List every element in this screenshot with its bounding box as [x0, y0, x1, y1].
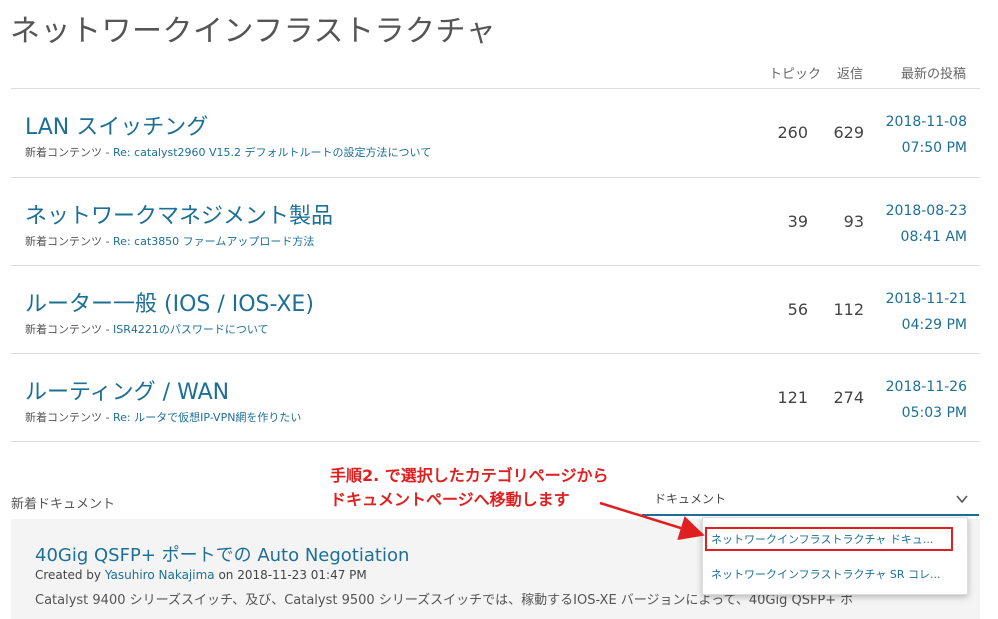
latest-post-time: 07:50 PM — [901, 140, 967, 156]
topic-count: 121 — [777, 388, 808, 407]
latest-post-link[interactable]: 2018-11-08 07:50 PM — [879, 109, 967, 161]
column-header-topics: トピック — [769, 67, 822, 82]
document-type-dropdown[interactable]: ドキュメント — [642, 484, 979, 516]
category-row: LAN スイッチング 新着コンテンツ - Re: catalyst2960 V1… — [11, 89, 980, 177]
new-docs-heading: 新着ドキュメント — [11, 497, 116, 512]
annotation-line-1: 手順2. で選択したカテゴリページから — [330, 466, 609, 485]
category-latest-content: 新着コンテンツ - Re: ルータで仮想IP-VPN網を作りたい — [25, 409, 301, 425]
dropdown-selected-value: ドキュメント — [654, 492, 727, 506]
column-header-latest: 最新の投稿 — [901, 67, 967, 82]
topic-count: 56 — [787, 300, 808, 319]
latest-content-link[interactable]: Re: ルータで仮想IP-VPN網を作りたい — [113, 411, 301, 424]
latest-content-link[interactable]: Re: catalyst2960 V15.2 デフォルトルートの設定方法について — [113, 146, 431, 159]
document-meta: Created by Yasuhiro Nakajima on 2018-11-… — [35, 568, 367, 582]
latest-post-time: 04:29 PM — [901, 317, 967, 333]
latest-post-time: 05:03 PM — [901, 405, 967, 421]
latest-post-link[interactable]: 2018-08-23 08:41 AM — [879, 198, 967, 250]
category-latest-content: 新着コンテンツ - Re: catalyst2960 V15.2 デフォルトルー… — [25, 144, 431, 160]
annotation-line-2: ドキュメントページへ移動します — [330, 490, 570, 509]
category-title-link[interactable]: ネットワークマネジメント製品 — [25, 198, 333, 230]
latest-content-prefix: 新着コンテンツ - — [25, 146, 113, 159]
latest-content-link[interactable]: Re: cat3850 ファームアップロード方法 — [113, 235, 314, 248]
reply-count: 112 — [833, 300, 864, 319]
topic-count: 260 — [777, 123, 808, 142]
latest-content-prefix: 新着コンテンツ - — [25, 323, 113, 336]
reply-count: 629 — [833, 123, 864, 142]
page-title: ネットワークインフラストラクチャ — [10, 14, 497, 49]
latest-content-link[interactable]: ISR4221のパスワードについて — [113, 323, 269, 336]
latest-content-prefix: 新着コンテンツ - — [25, 411, 113, 424]
latest-post-date: 2018-08-23 — [885, 203, 967, 219]
created-date: on 2018-11-23 01:47 PM — [214, 568, 367, 582]
latest-post-time: 08:41 AM — [900, 229, 967, 245]
latest-post-date: 2018-11-21 — [885, 291, 967, 307]
reply-count: 93 — [843, 212, 864, 231]
topic-count: 39 — [787, 212, 808, 231]
latest-post-link[interactable]: 2018-11-21 04:29 PM — [879, 286, 967, 338]
category-title-link[interactable]: LAN スイッチング — [25, 109, 208, 141]
category-latest-content: 新着コンテンツ - ISR4221のパスワードについて — [25, 321, 269, 337]
category-title-link[interactable]: ルーティング / WAN — [25, 374, 229, 406]
created-by-label: Created by — [35, 568, 105, 582]
latest-post-date: 2018-11-26 — [885, 379, 967, 395]
annotation-callout: 手順2. で選択したカテゴリページから ドキュメントページへ移動します — [330, 464, 608, 512]
category-latest-content: 新着コンテンツ - Re: cat3850 ファームアップロード方法 — [25, 233, 314, 249]
latest-post-date: 2018-11-08 — [885, 114, 967, 130]
latest-content-prefix: 新着コンテンツ - — [25, 235, 113, 248]
category-row: ルーター一般 (IOS / IOS-XE) 新着コンテンツ - ISR4221の… — [11, 266, 980, 354]
dropdown-menu: ネットワークインフラストラクチャ ドキュ... ネットワークインフラストラクチャ… — [702, 517, 968, 595]
latest-post-link[interactable]: 2018-11-26 05:03 PM — [879, 374, 967, 426]
column-header-replies: 返信 — [837, 67, 864, 82]
dropdown-option-documents[interactable]: ネットワークインフラストラクチャ ドキュ... — [705, 527, 953, 551]
divider — [11, 441, 980, 442]
reply-count: 274 — [833, 388, 864, 407]
category-row: ルーティング / WAN 新着コンテンツ - Re: ルータで仮想IP-VPN網… — [11, 354, 980, 442]
category-row: ネットワークマネジメント製品 新着コンテンツ - Re: cat3850 ファー… — [11, 178, 980, 266]
chevron-down-icon — [956, 495, 968, 504]
document-title-link[interactable]: 40Gig QSFP+ ポートでの Auto Negotiation — [35, 541, 409, 567]
author-link[interactable]: Yasuhiro Nakajima — [105, 568, 215, 582]
category-title-link[interactable]: ルーター一般 (IOS / IOS-XE) — [25, 286, 314, 318]
dropdown-option-sr-collection[interactable]: ネットワークインフラストラクチャ SR コレ... — [711, 566, 940, 582]
